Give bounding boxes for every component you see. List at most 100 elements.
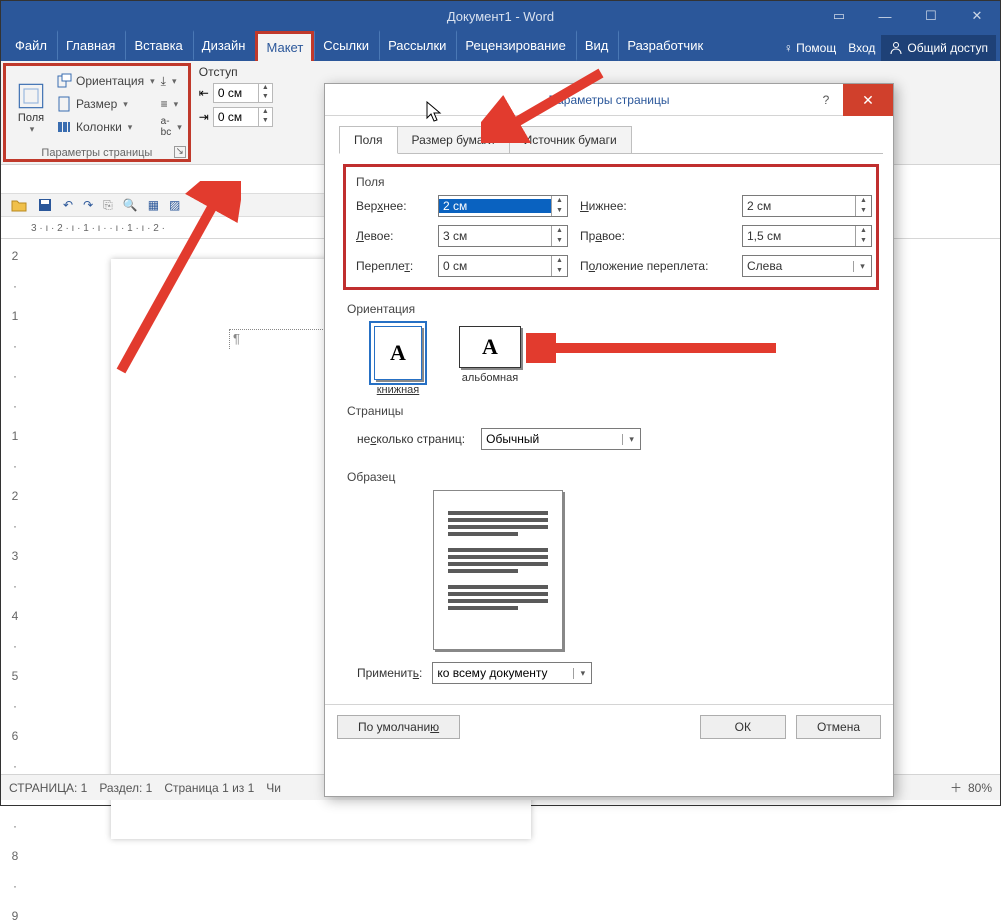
find-icon[interactable]: 🔍 (123, 198, 138, 212)
top-input[interactable]: 2 см▲▼ (438, 195, 568, 217)
redo-icon[interactable]: ↷ (83, 198, 93, 212)
tab-layout[interactable]: Макет (255, 31, 314, 61)
apply-label: Применить: (357, 666, 422, 680)
indent-label: Отступ (199, 65, 273, 79)
orientation-label: Ориентация (347, 302, 879, 316)
ribbon-tabs: Файл Главная Вставка Дизайн Макет Ссылки… (1, 31, 1000, 61)
status-section[interactable]: Раздел: 1 (99, 781, 152, 795)
right-input[interactable]: 1,5 см▲▼ (742, 225, 872, 247)
landscape-icon: A (459, 326, 521, 368)
zoom-controls[interactable]: ＋ 80% (950, 779, 992, 796)
indent-group: Отступ ⇤ 0 см▲▼ ⇥ 0 см▲▼ (193, 61, 279, 164)
margins-legend: Поля (356, 175, 866, 189)
bottom-label: Нижнее: (580, 199, 730, 213)
top-label: Верхнее: (356, 199, 426, 213)
tab-file[interactable]: Файл (5, 30, 57, 61)
dialog-tabs: Поля Размер бумаги Источник бумаги (339, 126, 883, 154)
sample-preview (433, 490, 563, 650)
close-icon[interactable]: ✕ (954, 1, 1000, 31)
vertical-ruler[interactable]: 2·1···1·2·3·4·5·6·7·8·9 (5, 241, 25, 769)
dialog-help-button[interactable]: ? (809, 84, 843, 116)
tab-mailings[interactable]: Рассылки (379, 30, 456, 61)
zoom-value: 80% (968, 781, 992, 795)
page-setup-group: Поля ▾ Ориентация▾ Размер▾ Колонки▾ ⤓▾ ≡… (3, 63, 191, 162)
hyphenation-icon: a-bc (161, 116, 172, 138)
tab-insert[interactable]: Вставка (125, 30, 192, 61)
quick-access-toolbar: ↶ ↷ ⎘ 🔍 ▦ ▨ (1, 193, 331, 217)
apply-select[interactable]: ко всему документу▾ (432, 662, 592, 684)
gutter-input[interactable]: 0 см▲▼ (438, 255, 568, 277)
dialog-close-button[interactable]: ✕ (843, 84, 893, 116)
orientation-landscape[interactable]: A альбомная (455, 326, 525, 396)
minimize-icon[interactable]: — (862, 1, 908, 31)
dialog-tab-paper[interactable]: Размер бумаги (397, 126, 510, 154)
sample-label: Образец (347, 470, 879, 484)
dialog-title-bar[interactable]: Параметры страницы ? ✕ (325, 84, 893, 116)
page-setup-launcher[interactable]: ↘ (174, 146, 186, 158)
portrait-icon: A (374, 326, 422, 380)
hyphenation-button[interactable]: a-bc▾ (159, 116, 184, 138)
open-icon[interactable] (11, 197, 27, 213)
multi-pages-select[interactable]: Обычный▾ (481, 428, 641, 450)
breaks-icon: ⤓ (161, 74, 166, 89)
titlebar: Документ1 - Word ▭ — ☐ ✕ (1, 1, 1000, 31)
status-page[interactable]: СТРАНИЦА: 1 (9, 781, 87, 795)
dialog-footer: По умолчанию ОК Отмена (325, 704, 893, 749)
columns-icon (56, 119, 72, 135)
right-label: Правое: (580, 229, 730, 243)
indent-left-icon: ⇤ (199, 86, 209, 100)
tell-me-icon[interactable]: ♀ Помощ (778, 41, 842, 55)
dialog-tab-source[interactable]: Источник бумаги (509, 126, 632, 154)
margins-fieldset: Поля Верхнее: 2 см▲▼ Нижнее: 2 см▲▼ Лево… (343, 164, 879, 290)
picture-icon[interactable]: ▨ (169, 198, 180, 212)
group-label: Параметры страницы (6, 147, 188, 159)
size-button[interactable]: Размер▾ (54, 93, 157, 115)
tab-view[interactable]: Вид (576, 30, 619, 61)
left-label: Левое: (356, 229, 426, 243)
share-button[interactable]: Общий доступ (881, 35, 996, 61)
status-page-of[interactable]: Страница 1 из 1 (164, 781, 254, 795)
share-icon (889, 41, 903, 55)
save-icon[interactable] (37, 197, 53, 213)
breaks-button[interactable]: ⤓▾ (159, 70, 184, 92)
status-words[interactable]: Чи (266, 781, 281, 795)
undo-icon[interactable]: ↶ (63, 198, 73, 212)
dialog-title: Параметры страницы (549, 93, 670, 107)
window-controls: ▭ — ☐ ✕ (816, 1, 1000, 31)
ribbon-display-icon[interactable]: ▭ (816, 1, 862, 31)
orientation-button[interactable]: Ориентация▾ (54, 70, 157, 92)
cancel-button[interactable]: Отмена (796, 715, 881, 739)
zoom-plus-icon[interactable]: ＋ (950, 779, 962, 796)
tab-home[interactable]: Главная (57, 30, 125, 61)
margins-button[interactable]: Поля ▾ (10, 68, 52, 145)
size-icon (56, 96, 72, 112)
line-numbers-button[interactable]: ≡▾ (159, 93, 184, 115)
table-icon[interactable]: ▦ (148, 198, 159, 212)
multi-pages-label: несколько страниц: (357, 432, 465, 446)
tab-developer[interactable]: Разработчик (618, 30, 713, 61)
paragraph-mark-icon: ¶ (233, 331, 240, 346)
left-input[interactable]: 3 см▲▼ (438, 225, 568, 247)
copy-icon[interactable]: ⎘ (103, 198, 113, 213)
columns-button[interactable]: Колонки▾ (54, 116, 157, 138)
gutter-pos-select[interactable]: Слева▾ (742, 255, 872, 277)
window-title: Документ1 - Word (447, 9, 554, 24)
dialog-tab-margins[interactable]: Поля (339, 126, 398, 154)
margins-icon (17, 82, 45, 110)
tab-references[interactable]: Ссылки (314, 30, 379, 61)
indent-left-input[interactable]: 0 см▲▼ (213, 83, 273, 103)
gutter-pos-label: Положение переплета: (580, 259, 730, 273)
ok-button[interactable]: ОК (700, 715, 786, 739)
page-setup-dialog: Параметры страницы ? ✕ Поля Размер бумаг… (324, 83, 894, 797)
default-button[interactable]: По умолчанию (337, 715, 460, 739)
orientation-icon (56, 73, 72, 89)
maximize-icon[interactable]: ☐ (908, 1, 954, 31)
gutter-label: Переплет: (356, 259, 426, 273)
indent-right-input[interactable]: 0 см▲▼ (213, 107, 273, 127)
orientation-portrait[interactable]: A книжная (363, 326, 433, 396)
bottom-input[interactable]: 2 см▲▼ (742, 195, 872, 217)
tab-design[interactable]: Дизайн (193, 30, 256, 61)
indent-right-icon: ⇥ (199, 110, 209, 124)
signin-link[interactable]: Вход (842, 41, 881, 55)
tab-review[interactable]: Рецензирование (456, 30, 575, 61)
